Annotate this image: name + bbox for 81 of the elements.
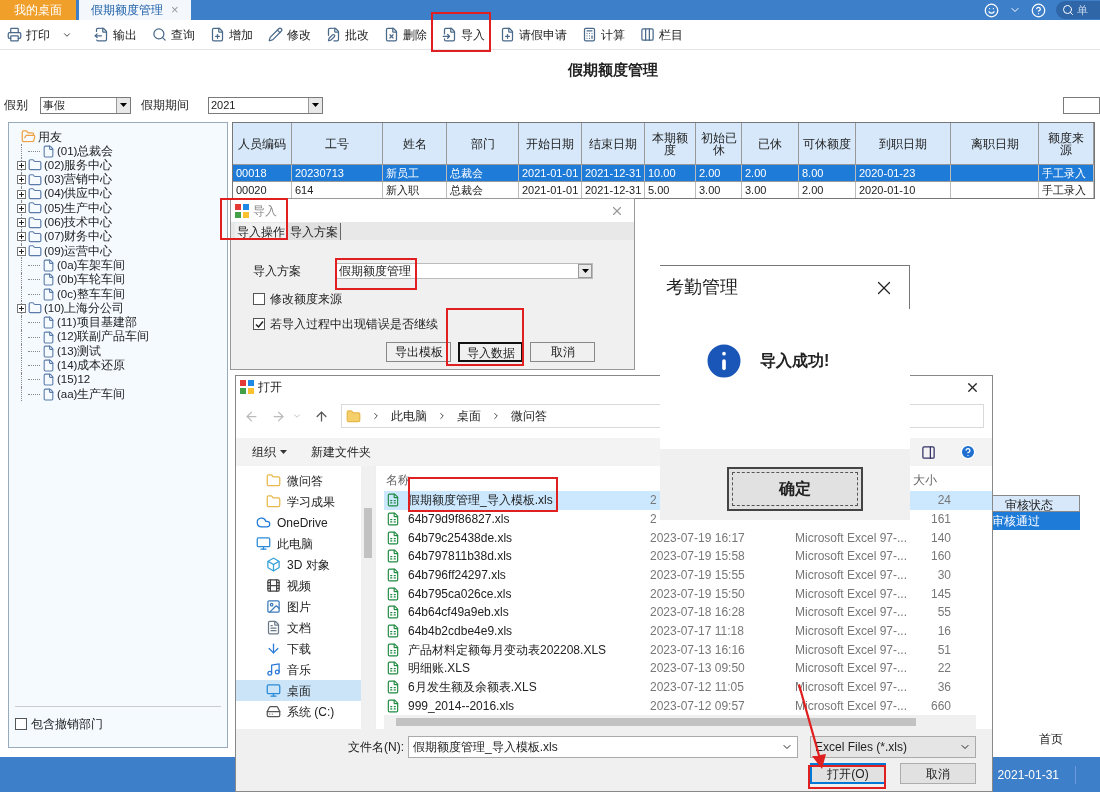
file-size: 22 — [936, 660, 951, 678]
filter-label: 假期期间 — [140, 97, 190, 114]
file-size: 24 — [936, 492, 951, 510]
checkbox-label: 若导入过程中出现错误是否继续 — [270, 316, 438, 333]
table-cell: 10.00 — [648, 165, 676, 181]
file-date: 2023-07-19 15:55 — [650, 566, 746, 584]
file-date: 2 — [650, 492, 658, 510]
file-size: 55 — [936, 604, 951, 622]
file-name: 999_2014--2016.xls — [408, 698, 515, 713]
table-cell: 3.00 — [745, 182, 767, 198]
file-size: 51 — [936, 641, 951, 659]
file-type: Microsoft Excel 97-... — [795, 530, 908, 545]
file-name: 64b64cf49a9eb.xls — [408, 605, 509, 620]
table-cell: 2021-12-31 — [585, 165, 642, 181]
file-size: 145 — [929, 585, 951, 603]
table-cell: 2020-01-23 — [859, 165, 916, 181]
table-cell: 2021-12-31 — [585, 182, 642, 198]
table-cell: 新入职 — [386, 182, 419, 198]
dialog-title: 考勤管理 — [666, 276, 738, 299]
file-date: 2 — [650, 510, 658, 528]
dialog-title: 导入 — [253, 202, 277, 220]
file-type: Microsoft Excel 97-... — [795, 624, 908, 639]
table-cell: 2021-01-01 — [522, 165, 579, 181]
table-cell: 手工录入 — [1042, 165, 1086, 181]
table-cell: 总裁会 — [450, 165, 483, 181]
file-type: Microsoft Excel 97-... — [795, 661, 908, 676]
file-name: 64b796ff24297.xls — [408, 567, 506, 582]
file-name: 64b79c25438de.xls — [408, 530, 513, 545]
file-date: 2023-07-12 11:05 — [650, 679, 745, 697]
file-name: 6月发生额及余额表.XLS — [408, 680, 537, 695]
file-date: 2023-07-19 15:50 — [650, 585, 746, 603]
file-size: 16 — [936, 623, 951, 641]
table-cell: 2.00 — [802, 182, 824, 198]
file-name: 产品材料定额每月变动表202208.XLS — [408, 642, 607, 657]
message-text: 导入成功! — [760, 351, 830, 371]
page-title: 假期额度管理 — [566, 59, 659, 80]
table-cell: 新员工 — [386, 165, 419, 181]
file-date: 2023-07-19 15:58 — [650, 548, 746, 566]
file-size: 660 — [929, 697, 951, 715]
file-type: Microsoft Excel 97-... — [795, 567, 908, 582]
file-type: Microsoft Excel 97-... — [795, 605, 908, 620]
checkbox-label: 包含撤销部门 — [31, 716, 103, 733]
table-cell: 手工录入 — [1042, 182, 1086, 198]
file-date: 2023-07-12 09:57 — [650, 697, 746, 715]
table-cell: 00018 — [236, 165, 267, 181]
table-cell: 2.00 — [745, 165, 767, 181]
file-name: 64b797811b38d.xls — [408, 549, 512, 564]
column-header: 审核状态 — [992, 495, 1080, 512]
file-date: 2023-07-19 16:17 — [650, 529, 746, 547]
file-size: 160 — [929, 548, 951, 566]
file-size: 140 — [929, 529, 951, 547]
filter-label: 假别 — [3, 97, 29, 114]
table-cell: 614 — [295, 182, 314, 198]
table-cell: 20230713 — [295, 165, 344, 181]
file-type: Microsoft Excel 97-... — [795, 549, 908, 564]
table-cell: 5.00 — [648, 182, 670, 198]
table-cell: 8.00 — [802, 165, 824, 181]
field-label: 文件名(N): — [347, 739, 405, 756]
file-size: 30 — [936, 566, 951, 584]
dialog-title: 打开 — [258, 379, 282, 396]
table-cell: 2.00 — [699, 165, 721, 181]
table-cell: 总裁会 — [450, 182, 483, 198]
column-header: 大小 — [912, 471, 937, 489]
file-type: Microsoft Excel 97-... — [795, 642, 908, 657]
file-name: 明细账.XLS — [408, 661, 470, 676]
file-name: 64b4b2cdbe4e9.xls — [408, 624, 513, 639]
file-date: 2023-07-13 09:50 — [650, 660, 746, 678]
file-date: 2023-07-17 11:18 — [650, 623, 745, 641]
file-date: 2023-07-18 16:28 — [650, 604, 746, 622]
file-name: 64b795ca026ce.xls — [408, 586, 512, 601]
checkbox-label: 修改额度来源 — [270, 291, 342, 308]
file-size: 161 — [929, 510, 951, 528]
field-label: 导入方案 — [253, 263, 302, 280]
file-size: 36 — [936, 679, 951, 697]
table-cell: 00020 — [236, 182, 267, 198]
file-type: Microsoft Excel 97-... — [795, 586, 908, 601]
table-cell: 3.00 — [699, 182, 721, 198]
table-cell: 2021-01-01 — [522, 182, 579, 198]
file-date: 2023-07-13 16:16 — [650, 641, 746, 659]
table-cell: 2020-01-10 — [859, 182, 916, 198]
file-name: 64b79d9f86827.xls — [408, 511, 510, 526]
